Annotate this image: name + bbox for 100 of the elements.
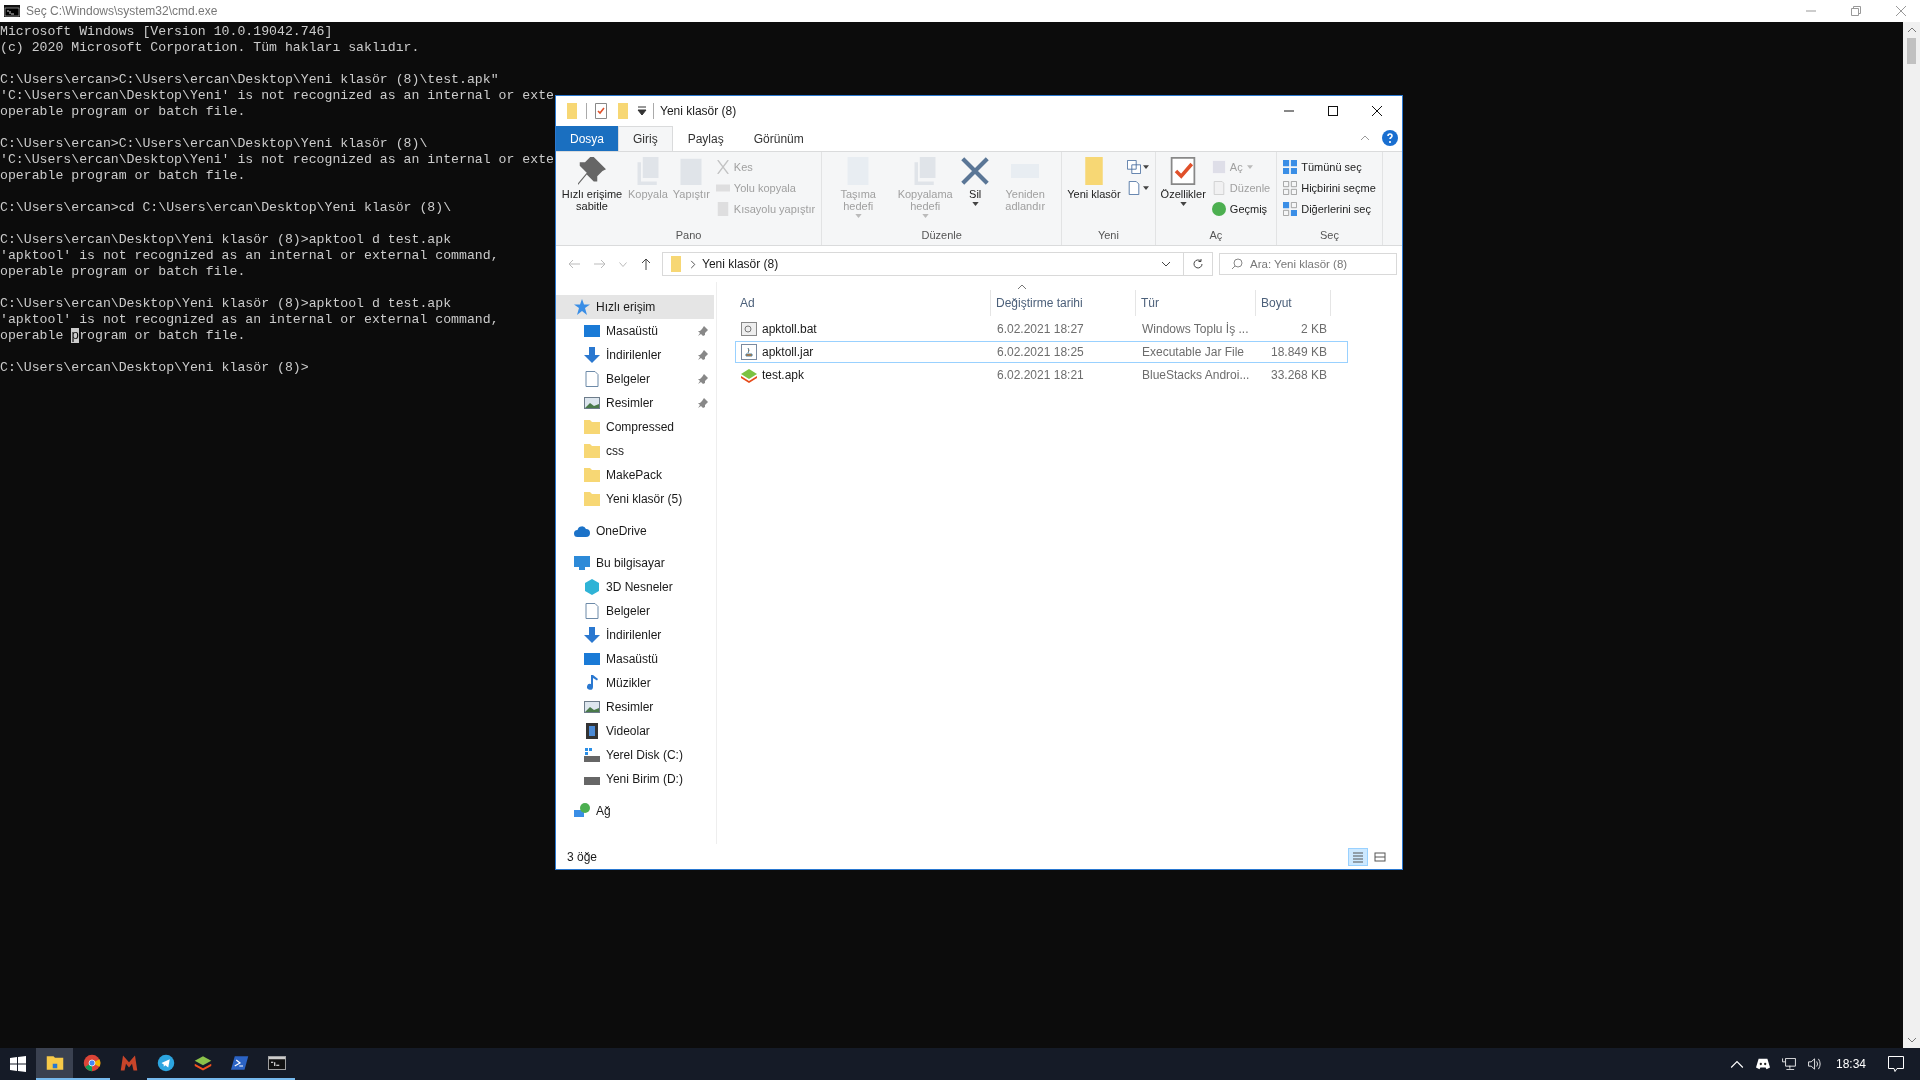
ribbon-button[interactable]: Geçmiş: [1208, 199, 1274, 219]
address-bar[interactable]: Yeni klasör (8): [662, 252, 1213, 276]
edit-icon: [1211, 181, 1226, 195]
details-view-button[interactable]: [1348, 847, 1368, 866]
nav-item[interactable]: OneDrive: [556, 519, 714, 543]
console-line: C:\Users\ercan\Desktop\Yeni klasör (8)>: [0, 360, 309, 376]
caret-icon: [1246, 165, 1253, 169]
ribbon-button[interactable]: Sil: [959, 155, 992, 229]
nav-item[interactable]: Compressed: [556, 415, 714, 439]
nav-item[interactable]: Resimler: [556, 391, 714, 415]
scroll-thumb[interactable]: [1907, 38, 1916, 64]
nav-item[interactable]: İndirilenler: [556, 343, 714, 367]
nav-item[interactable]: MakePack: [556, 463, 714, 487]
grid-icon: [1283, 160, 1298, 174]
scrollbar[interactable]: [1903, 22, 1920, 1048]
browser-icon[interactable]: [82, 1054, 101, 1072]
nav-item[interactable]: Belgeler: [556, 367, 714, 391]
nav-item[interactable]: Yeni Birim (D:): [556, 767, 714, 791]
scroll-up-icon[interactable]: [1906, 27, 1917, 33]
ribbon-button[interactable]: Tümünü seç: [1280, 157, 1379, 177]
ribbon-button[interactable]: Diğerlerini seç: [1280, 199, 1379, 219]
picture-icon: [584, 395, 600, 411]
nav-item[interactable]: Yerel Disk (C:): [556, 743, 714, 767]
nav-item[interactable]: Resimler: [556, 695, 714, 719]
ribbon-button[interactable]: Hiçbirini seçme: [1280, 178, 1379, 198]
ribbon-tab[interactable]: Paylaş: [672, 126, 739, 151]
pin-icon: [578, 157, 606, 185]
music-note-icon: [584, 675, 600, 691]
console-line: 'C:\Users\ercan\Desktop\Yeni' is not recognized as an internal or exte: [0, 152, 554, 168]
nav-item[interactable]: Ağ: [556, 799, 714, 823]
taskbar-button[interactable]: [36, 1048, 73, 1080]
maximize-icon[interactable]: [1328, 106, 1338, 116]
notification-icon[interactable]: [1888, 1056, 1904, 1072]
drive-icon: [584, 747, 600, 763]
cup-document-icon: [741, 344, 757, 360]
dropdown-icon[interactable]: [1161, 261, 1171, 267]
checklist-icon[interactable]: [593, 103, 609, 119]
caret-icon: [1142, 186, 1149, 190]
table-cell-text: 33.268 KB: [1269, 368, 1328, 382]
console-line: operable program or batch file.: [0, 264, 246, 280]
file-menu-tab[interactable]: Dosya: [556, 126, 618, 151]
column-header[interactable]: Boyut: [1256, 290, 1331, 316]
nav-item[interactable]: Müzikler: [556, 671, 714, 695]
speaker-icon[interactable]: [1807, 1058, 1822, 1070]
pin-icon: [698, 374, 708, 384]
file-name: apktoll.jar: [762, 345, 814, 359]
scroll-down-icon[interactable]: [1906, 1037, 1917, 1043]
dropdown-icon[interactable]: [637, 106, 647, 116]
console-line: 'C:\Users\ercan\Desktop\Yeni' is not recognized as an internal or exte: [0, 88, 554, 104]
column-header[interactable]: Ad: [735, 290, 991, 316]
sort-ascending-icon: [1017, 284, 1027, 290]
help-icon[interactable]: [1382, 130, 1398, 146]
nav-item[interactable]: Yeni klasör (5): [556, 487, 714, 511]
clock[interactable]: 18:34: [1835, 1057, 1866, 1071]
letter-m-icon[interactable]: [119, 1054, 138, 1072]
ribbon-tab[interactable]: Giriş: [618, 126, 673, 151]
ribbon-button[interactable]: Hızlı erişime sabitle: [559, 155, 625, 229]
windows-logo: [10, 1056, 26, 1072]
column-header[interactable]: Değiştirme tarihi: [991, 290, 1136, 316]
restore-icon[interactable]: [1851, 6, 1861, 16]
nav-item[interactable]: Bu bilgisayar: [556, 551, 714, 575]
ribbon-button[interactable]: Yeni klasör: [1065, 155, 1123, 229]
console-icon[interactable]: [267, 1054, 286, 1072]
nav-item[interactable]: İndirilenler: [556, 623, 714, 647]
nav-item[interactable]: Hızlı erişim: [556, 295, 714, 319]
table-cell-text: Executable Jar File: [1141, 345, 1246, 359]
folder-icon[interactable]: [45, 1054, 64, 1072]
file-row[interactable]: apktoll.bat 6.02.2021 18:27 Windows Toplu İş ... 2 KB: [735, 318, 1348, 340]
scissors-icon: [715, 160, 730, 174]
nav-item[interactable]: Belgeler: [556, 599, 714, 623]
history-icon: [1211, 202, 1226, 216]
item-count: 3 öğe: [567, 849, 598, 864]
folder-icon: [584, 443, 600, 459]
nav-item[interactable]: Masaüstü: [556, 647, 714, 671]
ribbon-button[interactable]: Özellikler: [1158, 155, 1208, 229]
layers-icon[interactable]: [193, 1054, 212, 1072]
chevron-up-icon[interactable]: [1729, 1058, 1744, 1070]
file-row[interactable]: test.apk 6.02.2021 18:21 BlueStacks Androi... 33.268 KB: [735, 364, 1348, 386]
pin-icon: [698, 398, 708, 408]
paper-plane-icon[interactable]: [156, 1054, 175, 1072]
terminal-icon[interactable]: [230, 1054, 249, 1072]
cube-icon: [584, 579, 600, 595]
nav-item[interactable]: Masaüstü: [556, 319, 714, 343]
window-title: Seç C:\Windows\system32\cmd.exe: [26, 4, 218, 18]
nav-item[interactable]: css: [556, 439, 714, 463]
nav-item[interactable]: Videolar: [556, 719, 714, 743]
table-cell-text: 6.02.2021 18:27: [996, 322, 1085, 336]
ribbon-tab[interactable]: Görünüm: [738, 126, 819, 151]
close-icon[interactable]: [1372, 106, 1382, 116]
up-icon[interactable]: [639, 258, 653, 270]
column-header[interactable]: Tür: [1136, 290, 1256, 316]
file-row[interactable]: apktoll.jar 6.02.2021 18:25 Executable Jar File 18.849 KB: [735, 341, 1348, 363]
table-cell-text: 2 KB: [1300, 322, 1328, 336]
search-field[interactable]: Ara: Yeni klasör (8): [1219, 253, 1397, 275]
delete-icon: [961, 157, 990, 185]
nav-item[interactable]: 3D Nesneler: [556, 575, 714, 599]
gamepad-icon[interactable]: [1755, 1058, 1770, 1070]
collapse-ribbon-icon[interactable]: [1360, 135, 1370, 141]
refresh-icon[interactable]: [1192, 258, 1204, 270]
network-icon[interactable]: [1781, 1058, 1796, 1070]
